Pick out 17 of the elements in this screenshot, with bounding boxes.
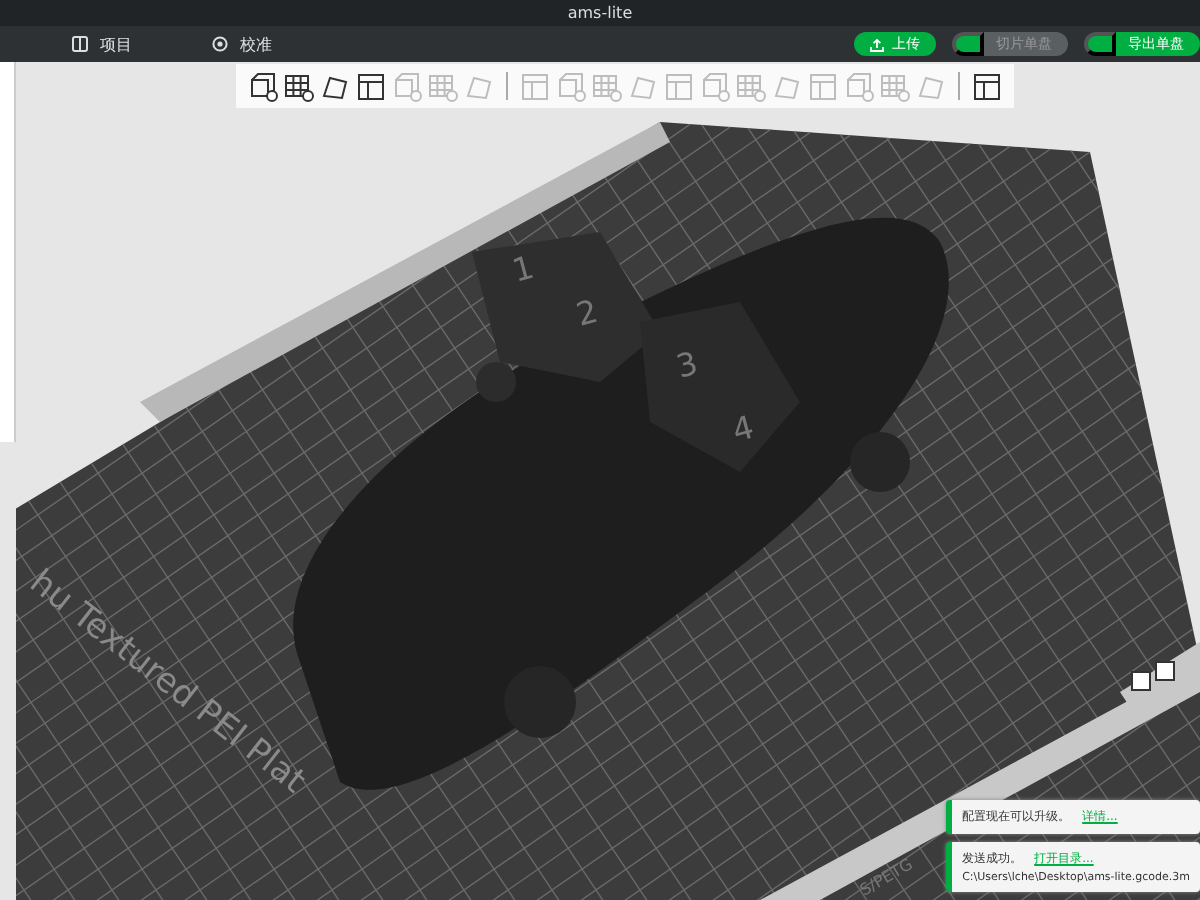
panel-icon [72, 36, 88, 52]
toolbar-button[interactable] [356, 71, 386, 101]
tab[interactable]: 校准 [204, 33, 280, 55]
upload-icon [870, 37, 884, 51]
model-number: 1 [508, 247, 538, 290]
toolbar-button[interactable] [320, 71, 350, 101]
model-number: 2 [572, 291, 602, 334]
toolbar-button[interactable] [284, 71, 314, 101]
toolbar-button[interactable] [248, 71, 278, 101]
tab[interactable]: 项目 [64, 33, 140, 55]
model-number: 3 [672, 343, 702, 386]
window-title: ams-lite [567, 4, 633, 22]
model-number: 4 [728, 407, 758, 450]
dropdown-button[interactable] [952, 32, 984, 56]
target-icon [212, 36, 228, 52]
toolbar-button[interactable] [972, 71, 1002, 101]
dropdown-button[interactable] [1084, 32, 1116, 56]
